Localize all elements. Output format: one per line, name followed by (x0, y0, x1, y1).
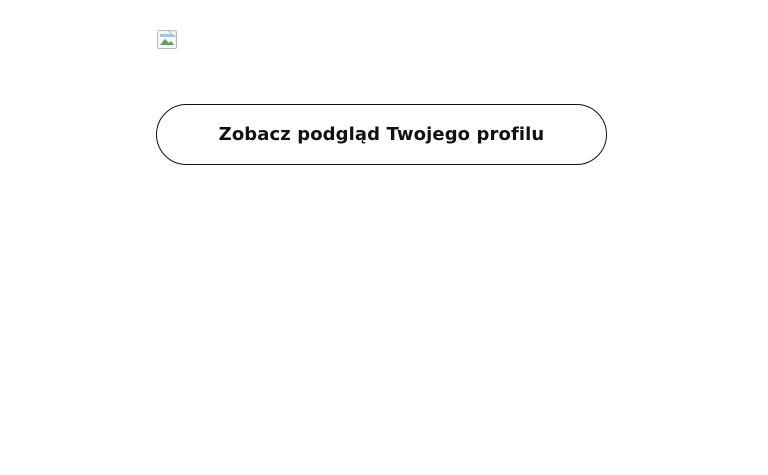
broken-image-icon (157, 30, 177, 49)
preview-profile-button-label: Zobacz podgląd Twojego profilu (218, 124, 545, 145)
preview-profile-button[interactable]: Zobacz podgląd Twojego profilu (156, 104, 607, 165)
